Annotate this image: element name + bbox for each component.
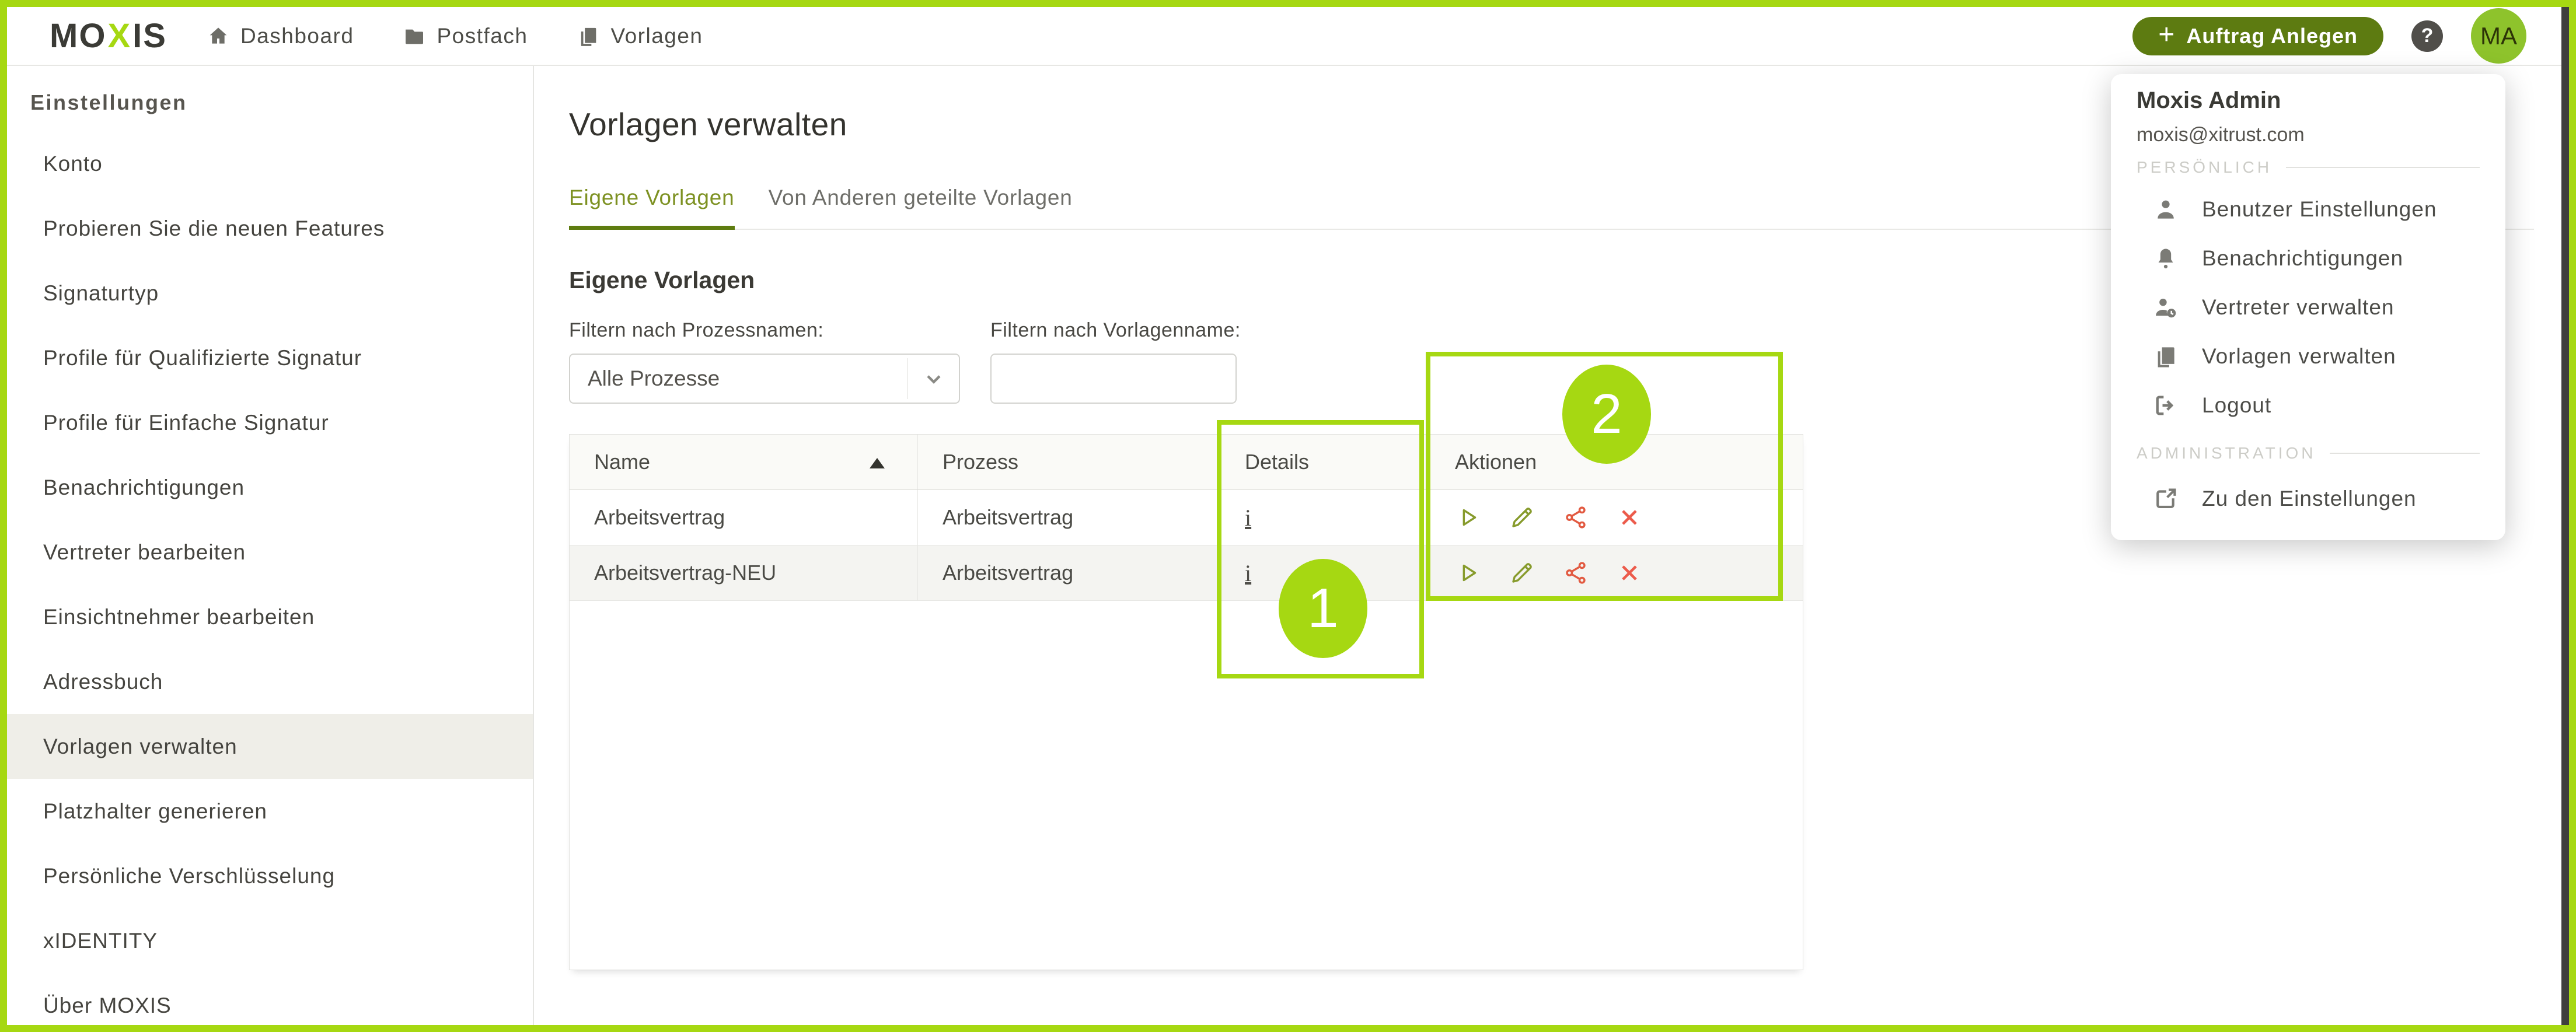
sidebar-item-profile-qualifizierte[interactable]: Profile für Qualifizierte Signatur xyxy=(7,326,533,390)
sidebar-item-neue-features[interactable]: Probieren Sie die neuen Features xyxy=(7,196,533,261)
menu-item-benachrichtigungen[interactable]: Benachrichtigungen xyxy=(2137,234,2480,283)
share-icon[interactable] xyxy=(1562,504,1589,531)
name-filter-label: Filtern nach Vorlagenname: xyxy=(990,319,1241,342)
nav-dashboard-label: Dashboard xyxy=(240,24,354,48)
details-link[interactable]: i xyxy=(1245,504,1251,531)
delete-x-icon[interactable] xyxy=(1616,559,1643,586)
scrollbar[interactable] xyxy=(2561,7,2569,1025)
user-clock-icon xyxy=(2153,295,2179,320)
help-glyph: ? xyxy=(2421,25,2434,47)
sidebar-item-adressbuch[interactable]: Adressbuch xyxy=(7,649,533,714)
menu-item-vertreter-verwalten[interactable]: Vertreter verwalten xyxy=(2137,283,2480,332)
share-icon[interactable] xyxy=(1562,559,1589,586)
user-name: Moxis Admin xyxy=(2137,87,2480,114)
moxis-logo[interactable]: MOXIS xyxy=(50,16,167,55)
sidebar-item-platzhalter[interactable]: Platzhalter generieren xyxy=(7,779,533,844)
section-personal: PERSÖNLICH xyxy=(2137,158,2480,177)
plus-icon: + xyxy=(2158,21,2174,49)
help-icon[interactable]: ? xyxy=(2411,20,2443,52)
menu-item-vorlagen-verwalten[interactable]: Vorlagen verwalten xyxy=(2137,332,2480,381)
cell-prozess: Arbeitsvertrag xyxy=(918,545,1220,600)
edit-pencil-icon[interactable] xyxy=(1509,559,1535,586)
sidebar-header: Einstellungen xyxy=(30,90,533,115)
column-header-details[interactable]: Details xyxy=(1220,435,1430,489)
delete-x-icon[interactable] xyxy=(1616,504,1643,531)
avatar-initials: MA xyxy=(2480,22,2517,50)
menu-item-benutzer-einstellungen[interactable]: Benutzer Einstellungen xyxy=(2137,185,2480,234)
sidebar-item-xidentity[interactable]: xIDENTITY xyxy=(7,908,533,973)
bell-icon xyxy=(2153,246,2179,271)
templates-table: Name Prozess Details Aktionen Arbeitsver… xyxy=(569,434,1803,970)
topbar-right-cluster: + Auftrag Anlegen ? MA xyxy=(2132,8,2561,64)
chevron-down-icon xyxy=(907,358,959,399)
name-filter-input[interactable] xyxy=(990,354,1237,404)
templates-icon xyxy=(577,25,600,48)
sidebar-item-benachrichtigungen[interactable]: Benachrichtigungen xyxy=(7,455,533,520)
process-filter-value: Alle Prozesse xyxy=(570,366,720,391)
user-icon xyxy=(2153,197,2179,222)
sidebar-item-konto[interactable]: Konto xyxy=(7,131,533,196)
nav-postfach-label: Postfach xyxy=(437,24,528,48)
sidebar-list: Konto Probieren Sie die neuen Features S… xyxy=(7,131,533,1032)
top-navigation-bar: MOXIS Dashboard Postfach Vorlagen + Auft… xyxy=(7,7,2561,66)
sidebar-item-ueber-moxis[interactable]: Über MOXIS xyxy=(7,973,533,1032)
annotation-callout-1: 1 xyxy=(1279,559,1367,658)
cell-prozess: Arbeitsvertrag xyxy=(918,490,1220,545)
cell-name: Arbeitsvertrag-NEU xyxy=(570,545,918,600)
user-email: moxis@xitrust.com xyxy=(2137,123,2480,146)
menu-item-logout[interactable]: Logout xyxy=(2137,381,2480,430)
process-filter-label: Filtern nach Prozessnamen: xyxy=(569,319,960,342)
templates-icon xyxy=(2153,344,2179,369)
sidebar-item-vorlagen-verwalten[interactable]: Vorlagen verwalten xyxy=(7,714,533,779)
create-order-label: Auftrag Anlegen xyxy=(2186,24,2358,48)
edit-pencil-icon[interactable] xyxy=(1509,504,1535,531)
logo-text-mo: MO xyxy=(50,16,106,55)
play-icon[interactable] xyxy=(1455,559,1482,586)
create-order-button[interactable]: + Auftrag Anlegen xyxy=(2132,17,2383,55)
play-icon[interactable] xyxy=(1455,504,1482,531)
top-nav-links: Dashboard Postfach Vorlagen xyxy=(207,24,703,48)
user-avatar[interactable]: MA xyxy=(2471,8,2526,64)
sidebar-item-profile-einfache[interactable]: Profile für Einfache Signatur xyxy=(7,390,533,455)
app-window: MOXIS Dashboard Postfach Vorlagen + Auft… xyxy=(0,0,2576,1032)
row-actions xyxy=(1455,559,1643,586)
sidebar-item-einsichtnehmer[interactable]: Einsichtnehmer bearbeiten xyxy=(7,585,533,649)
sidebar-item-verschluesselung[interactable]: Persönliche Verschlüsselung xyxy=(7,844,533,908)
menu-item-zu-den-einstellungen[interactable]: Zu den Einstellungen xyxy=(2137,474,2480,523)
nav-postfach[interactable]: Postfach xyxy=(403,24,528,48)
nav-dashboard[interactable]: Dashboard xyxy=(207,24,354,48)
section-administration: ADMINISTRATION xyxy=(2137,444,2480,463)
section-divider xyxy=(2286,167,2480,168)
sidebar-item-signaturtyp[interactable]: Signaturtyp xyxy=(7,261,533,326)
table-row: Arbeitsvertrag Arbeitsvertrag i xyxy=(570,490,1803,545)
folder-icon xyxy=(403,25,426,48)
column-header-prozess[interactable]: Prozess xyxy=(918,435,1220,489)
table-row: Arbeitsvertrag-NEU Arbeitsvertrag i xyxy=(570,545,1803,601)
sidebar-item-vertreter[interactable]: Vertreter bearbeiten xyxy=(7,520,533,585)
external-link-icon xyxy=(2153,486,2179,512)
nav-vorlagen-label: Vorlagen xyxy=(610,24,703,48)
logo-x-glyph: X xyxy=(106,16,132,55)
details-link[interactable]: i xyxy=(1245,559,1251,587)
annotation-callout-2: 2 xyxy=(1562,365,1651,464)
sort-ascending-icon xyxy=(870,458,885,468)
tab-eigene-vorlagen[interactable]: Eigene Vorlagen xyxy=(569,185,735,230)
process-filter-select[interactable]: Alle Prozesse xyxy=(569,354,960,404)
row-actions xyxy=(1455,504,1643,531)
tab-geteilte-vorlagen[interactable]: Von Anderen geteilte Vorlagen xyxy=(769,185,1073,229)
logo-text-is: IS xyxy=(132,16,167,55)
settings-sidebar: Einstellungen Konto Probieren Sie die ne… xyxy=(7,66,534,1025)
nav-vorlagen[interactable]: Vorlagen xyxy=(577,24,703,48)
logout-icon xyxy=(2153,393,2179,418)
user-dropdown-menu: Moxis Admin moxis@xitrust.com PERSÖNLICH… xyxy=(2111,74,2505,540)
section-divider xyxy=(2330,453,2480,454)
cell-name: Arbeitsvertrag xyxy=(570,490,918,545)
personal-menu-items: Benutzer Einstellungen Benachrichtigunge… xyxy=(2137,185,2480,430)
home-icon xyxy=(207,25,230,48)
column-header-name[interactable]: Name xyxy=(570,435,918,489)
